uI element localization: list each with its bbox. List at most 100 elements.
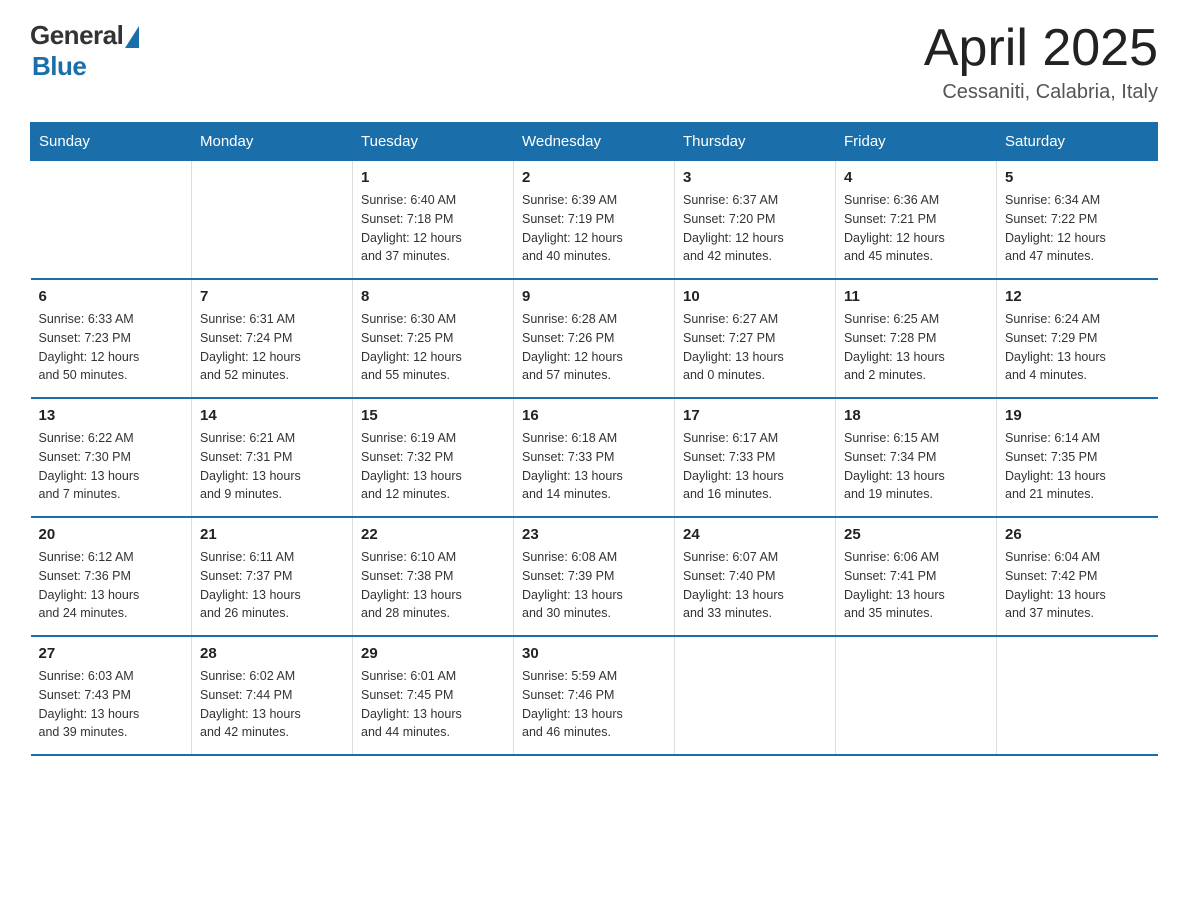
calendar-cell: 3 Sunrise: 6:37 AM Sunset: 7:20 PM Daylig… [675, 161, 836, 280]
calendar-cell [192, 161, 353, 280]
day-info: Sunrise: 6:40 AM Sunset: 7:18 PM Dayligh… [361, 191, 505, 266]
day-info: Sunrise: 6:25 AM Sunset: 7:28 PM Dayligh… [844, 310, 988, 385]
day-number: 12 [1005, 288, 1150, 305]
title-section: April 2025 Cessaniti, Calabria, Italy [924, 20, 1158, 104]
calendar-cell: 30 Sunrise: 5:59 AM Sunset: 7:46 PM Dayli… [514, 636, 675, 755]
day-info: Sunrise: 6:08 AM Sunset: 7:39 PM Dayligh… [522, 548, 666, 623]
calendar-cell [675, 636, 836, 755]
day-info: Sunrise: 6:37 AM Sunset: 7:20 PM Dayligh… [683, 191, 827, 266]
day-info: Sunrise: 6:03 AM Sunset: 7:43 PM Dayligh… [39, 667, 184, 742]
day-number: 6 [39, 288, 184, 305]
day-number: 8 [361, 288, 505, 305]
day-info: Sunrise: 6:10 AM Sunset: 7:38 PM Dayligh… [361, 548, 505, 623]
calendar-cell [836, 636, 997, 755]
day-number: 24 [683, 526, 827, 543]
day-info: Sunrise: 6:02 AM Sunset: 7:44 PM Dayligh… [200, 667, 344, 742]
calendar-cell: 21Sunrise: 6:11 AM Sunset: 7:37 PM Dayli… [192, 517, 353, 636]
day-info: Sunrise: 6:33 AM Sunset: 7:23 PM Dayligh… [39, 310, 184, 385]
logo: General Blue [30, 20, 139, 82]
day-number: 10 [683, 288, 827, 305]
logo-general-text: General [30, 20, 123, 51]
day-info: Sunrise: 6:14 AM Sunset: 7:35 PM Dayligh… [1005, 429, 1150, 504]
calendar-cell: 26Sunrise: 6:04 AM Sunset: 7:42 PM Dayli… [997, 517, 1158, 636]
day-info: Sunrise: 6:07 AM Sunset: 7:40 PM Dayligh… [683, 548, 827, 623]
calendar-cell: 12 Sunrise: 6:24 AM Sunset: 7:29 PM Dayli… [997, 279, 1158, 398]
day-number: 26 [1005, 526, 1150, 543]
calendar-cell: 8 Sunrise: 6:30 AM Sunset: 7:25 PM Daylig… [353, 279, 514, 398]
logo-blue-text: Blue [32, 51, 86, 82]
calendar-cell: 14 Sunrise: 6:21 AM Sunset: 7:31 PM Dayli… [192, 398, 353, 517]
day-info: Sunrise: 5:59 AM Sunset: 7:46 PM Dayligh… [522, 667, 666, 742]
day-info: Sunrise: 6:17 AM Sunset: 7:33 PM Dayligh… [683, 429, 827, 504]
header-day-friday: Friday [836, 123, 997, 161]
day-number: 14 [200, 407, 344, 424]
week-row-2: 6 Sunrise: 6:33 AM Sunset: 7:23 PM Daylig… [31, 279, 1158, 398]
calendar-cell: 4Sunrise: 6:36 AM Sunset: 7:21 PM Daylig… [836, 161, 997, 280]
calendar-cell: 24 Sunrise: 6:07 AM Sunset: 7:40 PM Dayli… [675, 517, 836, 636]
day-number: 19 [1005, 407, 1150, 424]
location: Cessaniti, Calabria, Italy [924, 81, 1158, 104]
month-title: April 2025 [924, 20, 1158, 77]
calendar-header: SundayMondayTuesdayWednesdayThursdayFrid… [31, 123, 1158, 161]
calendar-cell: 29Sunrise: 6:01 AM Sunset: 7:45 PM Dayli… [353, 636, 514, 755]
day-number: 21 [200, 526, 344, 543]
page-header: General Blue April 2025 Cessaniti, Calab… [30, 20, 1158, 104]
header-day-monday: Monday [192, 123, 353, 161]
calendar-cell: 10 Sunrise: 6:27 AM Sunset: 7:27 PM Dayli… [675, 279, 836, 398]
day-number: 7 [200, 288, 344, 305]
calendar-cell: 15 Sunrise: 6:19 AM Sunset: 7:32 PM Dayli… [353, 398, 514, 517]
week-row-5: 27 Sunrise: 6:03 AM Sunset: 7:43 PM Dayli… [31, 636, 1158, 755]
day-number: 23 [522, 526, 666, 543]
calendar-table: SundayMondayTuesdayWednesdayThursdayFrid… [30, 122, 1158, 756]
header-day-thursday: Thursday [675, 123, 836, 161]
calendar-cell: 1Sunrise: 6:40 AM Sunset: 7:18 PM Daylig… [353, 161, 514, 280]
day-info: Sunrise: 6:21 AM Sunset: 7:31 PM Dayligh… [200, 429, 344, 504]
logo-triangle-icon [125, 26, 139, 48]
header-row: SundayMondayTuesdayWednesdayThursdayFrid… [31, 123, 1158, 161]
week-row-4: 20 Sunrise: 6:12 AM Sunset: 7:36 PM Dayli… [31, 517, 1158, 636]
day-info: Sunrise: 6:22 AM Sunset: 7:30 PM Dayligh… [39, 429, 184, 504]
day-number: 17 [683, 407, 827, 424]
calendar-cell: 2 Sunrise: 6:39 AM Sunset: 7:19 PM Daylig… [514, 161, 675, 280]
calendar-cell: 27 Sunrise: 6:03 AM Sunset: 7:43 PM Dayli… [31, 636, 192, 755]
day-info: Sunrise: 6:15 AM Sunset: 7:34 PM Dayligh… [844, 429, 988, 504]
day-number: 15 [361, 407, 505, 424]
day-info: Sunrise: 6:30 AM Sunset: 7:25 PM Dayligh… [361, 310, 505, 385]
calendar-cell: 25Sunrise: 6:06 AM Sunset: 7:41 PM Dayli… [836, 517, 997, 636]
day-number: 2 [522, 169, 666, 186]
day-number: 18 [844, 407, 988, 424]
calendar-cell: 5Sunrise: 6:34 AM Sunset: 7:22 PM Daylig… [997, 161, 1158, 280]
day-number: 9 [522, 288, 666, 305]
calendar-cell: 20 Sunrise: 6:12 AM Sunset: 7:36 PM Dayli… [31, 517, 192, 636]
header-day-saturday: Saturday [997, 123, 1158, 161]
day-info: Sunrise: 6:28 AM Sunset: 7:26 PM Dayligh… [522, 310, 666, 385]
calendar-cell: 6 Sunrise: 6:33 AM Sunset: 7:23 PM Daylig… [31, 279, 192, 398]
calendar-cell: 22Sunrise: 6:10 AM Sunset: 7:38 PM Dayli… [353, 517, 514, 636]
calendar-cell: 9 Sunrise: 6:28 AM Sunset: 7:26 PM Daylig… [514, 279, 675, 398]
header-day-sunday: Sunday [31, 123, 192, 161]
day-info: Sunrise: 6:06 AM Sunset: 7:41 PM Dayligh… [844, 548, 988, 623]
calendar-cell: 16Sunrise: 6:18 AM Sunset: 7:33 PM Dayli… [514, 398, 675, 517]
day-info: Sunrise: 6:12 AM Sunset: 7:36 PM Dayligh… [39, 548, 184, 623]
day-info: Sunrise: 6:24 AM Sunset: 7:29 PM Dayligh… [1005, 310, 1150, 385]
calendar-cell: 17 Sunrise: 6:17 AM Sunset: 7:33 PM Dayli… [675, 398, 836, 517]
day-number: 20 [39, 526, 184, 543]
day-number: 3 [683, 169, 827, 186]
day-info: Sunrise: 6:36 AM Sunset: 7:21 PM Dayligh… [844, 191, 988, 266]
calendar-cell: 7 Sunrise: 6:31 AM Sunset: 7:24 PM Daylig… [192, 279, 353, 398]
day-number: 30 [522, 645, 666, 662]
day-info: Sunrise: 6:27 AM Sunset: 7:27 PM Dayligh… [683, 310, 827, 385]
calendar-body: 1Sunrise: 6:40 AM Sunset: 7:18 PM Daylig… [31, 161, 1158, 756]
header-day-tuesday: Tuesday [353, 123, 514, 161]
day-number: 13 [39, 407, 184, 424]
day-number: 28 [200, 645, 344, 662]
header-day-wednesday: Wednesday [514, 123, 675, 161]
calendar-cell: 18 Sunrise: 6:15 AM Sunset: 7:34 PM Dayli… [836, 398, 997, 517]
day-info: Sunrise: 6:19 AM Sunset: 7:32 PM Dayligh… [361, 429, 505, 504]
calendar-cell [31, 161, 192, 280]
calendar-cell: 11Sunrise: 6:25 AM Sunset: 7:28 PM Dayli… [836, 279, 997, 398]
calendar-cell [997, 636, 1158, 755]
day-info: Sunrise: 6:31 AM Sunset: 7:24 PM Dayligh… [200, 310, 344, 385]
day-number: 27 [39, 645, 184, 662]
day-info: Sunrise: 6:39 AM Sunset: 7:19 PM Dayligh… [522, 191, 666, 266]
